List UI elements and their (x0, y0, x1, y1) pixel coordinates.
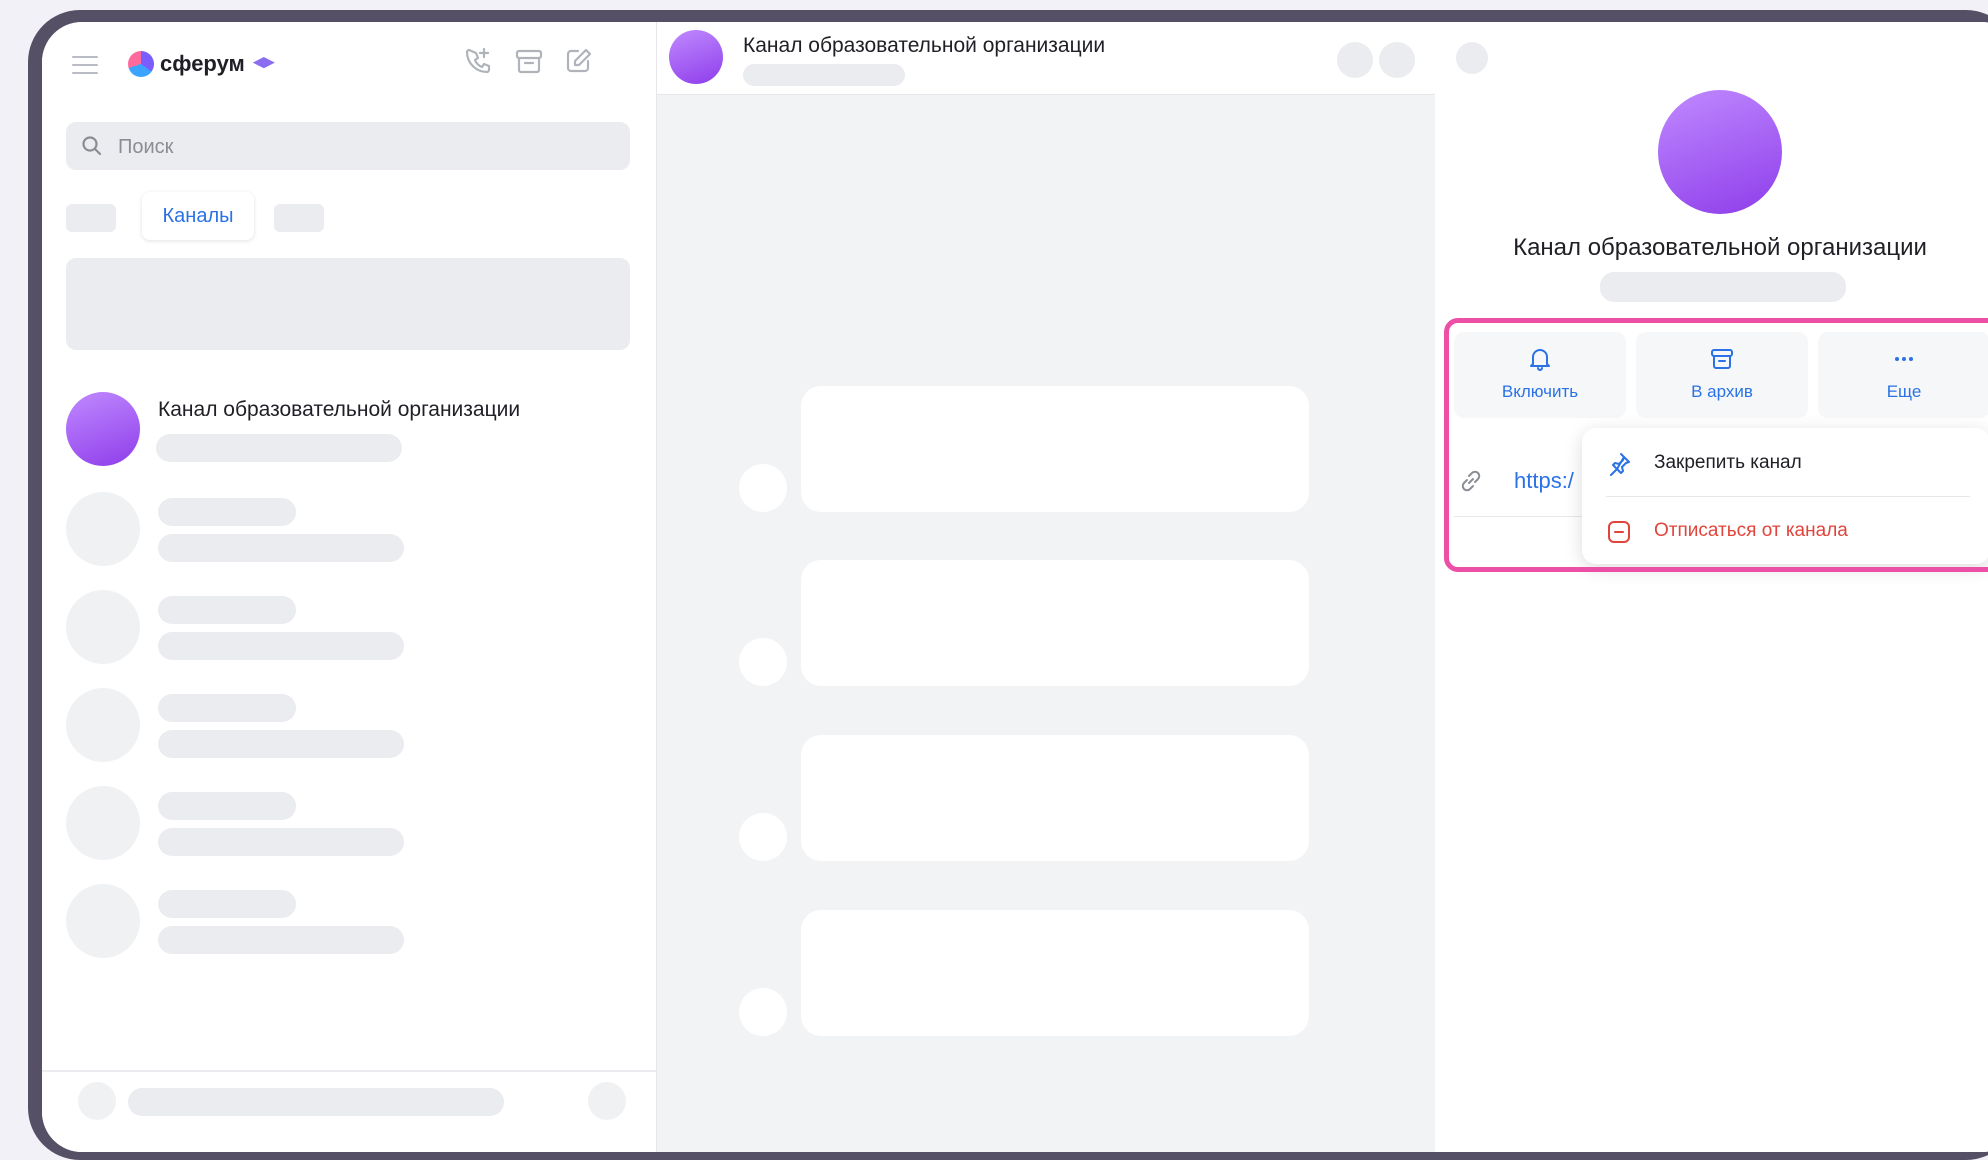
conversation-title[interactable]: Канал образовательной организации (743, 34, 1105, 58)
avatar-placeholder (66, 590, 140, 664)
channel-avatar (1658, 90, 1782, 214)
graduation-cap-icon (252, 57, 275, 69)
left-topbar: сферум (42, 22, 656, 100)
channel-info-panel: Канал образовательной организации Включи… (1436, 22, 1988, 1152)
archive-icon[interactable] (512, 44, 546, 78)
avatar-placeholder (66, 492, 140, 566)
tab-placeholder[interactable] (66, 204, 116, 232)
subtitle-placeholder (1600, 272, 1846, 302)
chat-list-item[interactable]: Канал образовательной организации (66, 392, 630, 472)
text-placeholder (158, 694, 296, 722)
icon-placeholder[interactable] (1337, 42, 1373, 78)
text-placeholder (128, 1088, 504, 1116)
message-placeholder (801, 386, 1309, 512)
bottom-divider (42, 1070, 656, 1072)
avatar-placeholder (66, 688, 140, 762)
message-placeholder (801, 735, 1309, 861)
text-placeholder (158, 498, 296, 526)
avatar-placeholder (78, 1082, 116, 1120)
conversation-panel: Канал образовательной организации (657, 22, 1435, 1152)
avatar-placeholder (66, 786, 140, 860)
chat-name: Канал образовательной организации (158, 398, 521, 421)
search-icon (82, 136, 102, 156)
menu-icon[interactable] (72, 56, 98, 74)
avatar-placeholder (739, 813, 787, 861)
search-input[interactable] (116, 128, 600, 166)
text-placeholder (158, 828, 404, 856)
avatar-placeholder (739, 464, 787, 512)
chat-preview-placeholder (156, 434, 402, 462)
message-placeholder (801, 910, 1309, 1036)
close-icon[interactable] (1456, 42, 1488, 74)
highlight-frame (1444, 318, 1988, 572)
text-placeholder (158, 632, 404, 660)
avatar[interactable] (669, 30, 723, 84)
icon-placeholder[interactable] (1379, 42, 1415, 78)
message-placeholder (801, 560, 1309, 686)
text-placeholder (158, 596, 296, 624)
text-placeholder (158, 534, 404, 562)
app-logo[interactable]: сферум (128, 46, 275, 82)
app-window: сферум Поиск Каналы Канал образовательно… (42, 22, 1988, 1152)
avatar-placeholder (739, 988, 787, 1036)
text-placeholder (158, 730, 404, 758)
add-call-icon[interactable] (462, 44, 496, 78)
compose-icon[interactable] (562, 44, 596, 78)
text-placeholder (158, 792, 296, 820)
chat-list-panel: сферум Поиск Каналы Канал образовательно… (42, 22, 657, 1152)
text-placeholder (158, 926, 404, 954)
text-placeholder (158, 890, 296, 918)
avatar-placeholder (66, 884, 140, 958)
sferum-logo-icon (128, 51, 154, 77)
banner-placeholder (66, 258, 630, 350)
channel-title: Канал образовательной организации (1513, 234, 1927, 261)
tab-placeholder[interactable] (274, 204, 324, 232)
search-field[interactable] (66, 122, 630, 170)
conversation-header: Канал образовательной организации (657, 22, 1435, 95)
avatar (66, 392, 140, 466)
icon-placeholder (588, 1082, 626, 1120)
subtitle-placeholder (743, 64, 905, 86)
app-name: сферум (160, 51, 245, 76)
tab-channels[interactable]: Каналы (142, 192, 254, 240)
avatar-placeholder (739, 638, 787, 686)
